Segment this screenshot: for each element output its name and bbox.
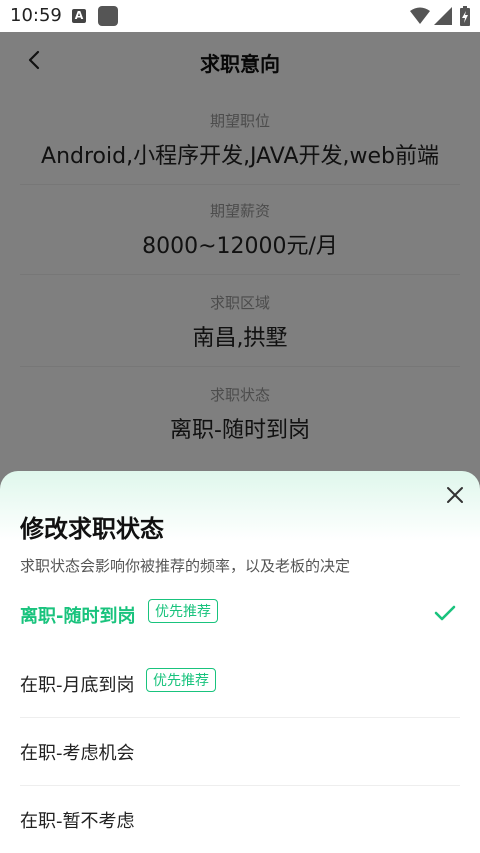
status-bar: 10:59 A xyxy=(0,0,480,32)
app-notification-icon: A xyxy=(72,9,86,23)
check-icon xyxy=(434,605,456,621)
option-resigned-immediate[interactable]: 离职-随时到岗 优先推荐 xyxy=(20,580,460,648)
option-label: 在职-月底到岗 xyxy=(20,675,135,696)
priority-badge: 优先推荐 xyxy=(148,599,218,623)
priority-badge: 优先推荐 xyxy=(146,668,216,692)
notification-square-icon xyxy=(98,6,118,26)
option-label: 在职-考虑机会 xyxy=(20,743,135,764)
status-time: 10:59 xyxy=(10,5,62,26)
close-icon[interactable] xyxy=(444,484,466,506)
sheet-subtitle: 求职状态会影响你被推荐的频率，以及老板的决定 xyxy=(20,557,351,575)
sheet-title: 修改求职状态 xyxy=(20,515,164,543)
option-label: 离职-随时到岗 xyxy=(20,606,136,627)
job-status-bottom-sheet: 修改求职状态 求职状态会影响你被推荐的频率，以及老板的决定 离职-随时到岗 优先… xyxy=(0,471,480,852)
option-employed-not-considering[interactable]: 在职-暂不考虑 xyxy=(20,785,460,853)
option-employed-considering[interactable]: 在职-考虑机会 xyxy=(20,717,460,786)
option-label: 在职-暂不考虑 xyxy=(20,811,135,832)
signal-icon xyxy=(434,7,452,25)
option-employed-month-end[interactable]: 在职-月底到岗 优先推荐 xyxy=(20,649,460,718)
battery-charging-icon xyxy=(460,6,470,26)
wifi-icon xyxy=(410,7,430,24)
